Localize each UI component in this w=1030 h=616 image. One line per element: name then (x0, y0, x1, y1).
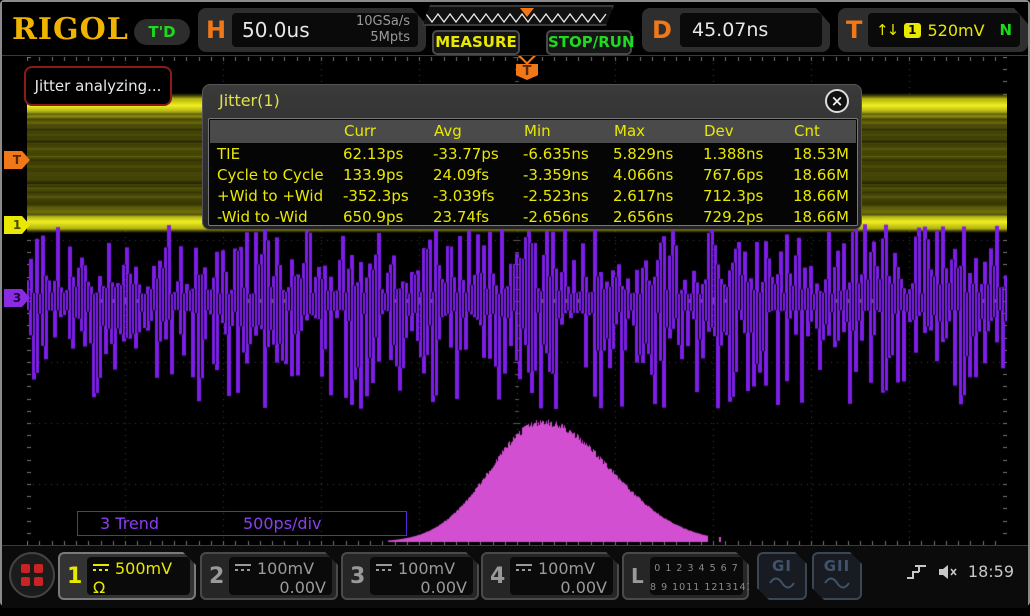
trigger-mode: N (999, 21, 1012, 39)
channel-3-offset: 0.00V (376, 578, 467, 598)
logic-screen: 0 1 2 3 4 5 6 7 8 9 1011 12131415 (650, 557, 743, 595)
jitter-table-header: Curr Avg Min Max Dev Cnt (210, 120, 856, 143)
timebase-value: 50.0us (242, 18, 310, 42)
trigger-screen: ↑↓ 1 520mV N (868, 13, 1020, 47)
memory-depth: 5Mpts (356, 30, 410, 46)
measure-button[interactable]: MEASURE (432, 30, 520, 55)
preview-zigzag-icon (426, 10, 612, 26)
channel-4-scale: 100mV (538, 559, 595, 578)
channel-1-box[interactable]: 1 500mV Ω +640mV (58, 552, 196, 600)
channel-1-number: 1 (67, 564, 82, 589)
trend-channel: 3 Trend (100, 512, 159, 535)
preview-position-icon (520, 8, 534, 17)
delay-screen: 45.07ns (680, 13, 822, 47)
trigger-source-badge: 1 (904, 23, 920, 38)
delay-block[interactable]: D 45.07ns (642, 8, 830, 52)
dc-coupling-icon (516, 564, 532, 572)
channel-4-box[interactable]: 4 100mV 0.00V (481, 552, 619, 600)
trigger-label: T (846, 16, 862, 44)
channel-1-offset: +640mV (93, 597, 163, 616)
col-avg: Avg (434, 120, 524, 143)
trigger-position-icon (518, 56, 536, 65)
rigol-logo: RIGOL (12, 12, 129, 47)
table-row: +Wid to +Wid-352.3ps-3.039fs-2.523ns2.61… (209, 186, 857, 207)
digital-edge-icon (906, 563, 928, 581)
generator-1-label: GI (759, 557, 805, 575)
bottom-bar: 1 500mV Ω +640mV 2 100mV 0.00V 3 100mV 0 (2, 546, 1028, 608)
channel-3-box[interactable]: 3 100mV 0.00V (341, 552, 479, 600)
trend-scale: 500ps/div (243, 512, 322, 535)
channel-4-offset: 0.00V (516, 578, 607, 598)
generator-2-button[interactable]: GII (812, 552, 862, 600)
col-min: Min (524, 120, 614, 143)
channel-2-box[interactable]: 2 100mV 0.00V (200, 552, 338, 600)
generator-2-label: GII (814, 557, 860, 575)
channel-4-screen: 100mV 0.00V (510, 557, 613, 595)
clock-time: 18:59 (968, 562, 1014, 581)
trigger-position-marker[interactable]: T (516, 58, 538, 84)
dc-coupling-icon (235, 564, 251, 572)
channel-3-scale: 100mV (398, 559, 455, 578)
channel-2-number: 2 (209, 564, 224, 589)
channel-3-screen: 100mV 0.00V (370, 557, 473, 595)
col-curr: Curr (344, 120, 434, 143)
jitter-analyzing-note: Jitter analyzing... (24, 66, 172, 106)
channel-1-screen: 500mV Ω +640mV (87, 557, 190, 595)
jitter-panel-title: Jitter(1) (219, 91, 280, 110)
oscilloscope-screen: RIGOL T'D H 50.0us 10GSa/s 5Mpts MEASURE… (0, 0, 1030, 606)
channel-1-scale: 500mV (115, 559, 172, 578)
acquisition-info: 10GSa/s 5Mpts (356, 14, 410, 46)
dc-coupling-icon (376, 564, 392, 572)
trigger-level-value: 520mV (928, 21, 985, 40)
trigger-block[interactable]: T ↑↓ 1 520mV N (838, 8, 1028, 52)
channel-2-screen: 100mV 0.00V (229, 557, 332, 595)
logic-line2: 8 9 1011 12131415 (650, 578, 743, 597)
trigger-position-t-icon: T (516, 64, 538, 80)
status-area: 18:59 (906, 562, 1014, 581)
jitter-table: Curr Avg Min Max Dev Cnt TIE62.13ps-33.7… (208, 118, 858, 226)
col-max: Max (614, 120, 704, 143)
trigger-status-badge: T'D (134, 19, 190, 45)
col-dev: Dev (704, 120, 794, 143)
jitter-panel: Jitter(1) × Curr Avg Min Max Dev Cnt TIE… (202, 84, 862, 230)
speaker-muted-icon[interactable] (937, 563, 959, 581)
channel-2-offset: 0.00V (235, 578, 326, 598)
close-icon[interactable]: × (825, 89, 849, 113)
generator-1-button[interactable]: GI (757, 552, 807, 600)
top-bar: RIGOL T'D H 50.0us 10GSa/s 5Mpts MEASURE… (2, 2, 1028, 56)
channel-4-number: 4 (490, 564, 505, 589)
menu-grid-icon (21, 564, 43, 586)
trigger-slope-icon: ↑↓ (876, 21, 897, 39)
table-row: Cycle to Cycle133.9ps24.09fs-3.359ns4.06… (209, 165, 857, 186)
table-row: TIE62.13ps-33.77ps-6.635ns5.829ns1.388ns… (209, 144, 857, 165)
horizontal-screen: 50.0us 10GSa/s 5Mpts (232, 13, 418, 47)
horizontal-label: H (206, 16, 226, 44)
sine-icon (824, 576, 850, 590)
sine-icon (769, 576, 795, 590)
dc-coupling-icon (93, 564, 109, 572)
trend-scale-label: 3 Trend 500ps/div (77, 511, 407, 536)
col-cnt: Cnt (794, 120, 858, 143)
logic-channels-box[interactable]: L 0 1 2 3 4 5 6 7 8 9 1011 12131415 (622, 552, 749, 600)
logic-label: L (631, 564, 644, 588)
stop-run-button[interactable]: STOP/RUN (546, 30, 632, 55)
table-row: -Wid to -Wid650.9ps23.74fs-2.656ns2.656n… (209, 207, 857, 228)
channel-3-number: 3 (350, 564, 365, 589)
logic-line1: 0 1 2 3 4 5 6 7 (650, 559, 743, 578)
impedance-icon: Ω (93, 578, 111, 597)
waveform-preview-strip[interactable] (422, 5, 614, 26)
delay-value: 45.07ns (692, 19, 768, 41)
horizontal-block[interactable]: H 50.0us 10GSa/s 5Mpts (198, 8, 426, 52)
sample-rate: 10GSa/s (356, 14, 410, 30)
delay-label: D (652, 16, 672, 44)
menu-button[interactable] (9, 552, 55, 598)
channel-2-scale: 100mV (257, 559, 314, 578)
